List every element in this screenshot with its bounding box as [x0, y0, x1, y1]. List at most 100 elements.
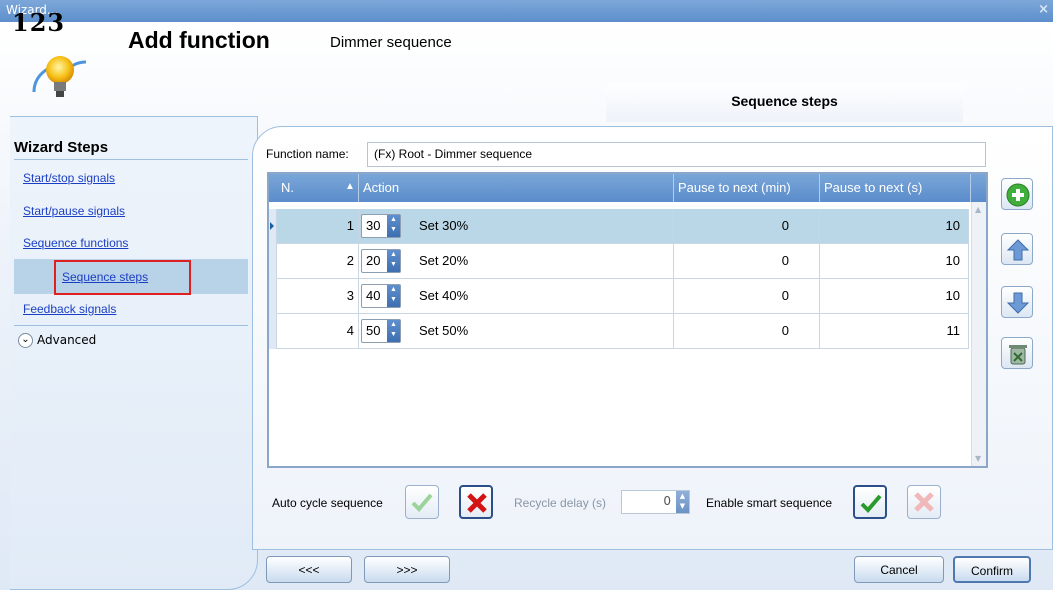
grid-header: N. ▲ Action Pause to next (min) Pause to… — [269, 174, 986, 202]
grid-scrollbar[interactable]: ▲ ▼ — [971, 202, 986, 466]
cell-pause-min[interactable]: 0 — [674, 244, 820, 279]
level-stepper[interactable]: 50 ▲ ▼ — [361, 319, 401, 343]
chevron-down-icon: ⌄ — [18, 333, 33, 348]
step-start-stop-signals[interactable]: Start/stop signals — [23, 171, 115, 185]
table-row[interactable]: 2 20 ▲ ▼ Set 20% 0 10 — [269, 244, 969, 279]
step-start-pause-signals[interactable]: Start/pause signals — [23, 204, 125, 218]
level-value: 30 — [366, 218, 381, 233]
level-stepper[interactable]: 20 ▲ ▼ — [361, 249, 401, 273]
level-value: 40 — [366, 288, 381, 303]
window-titlebar: Wizard... × — [0, 0, 1053, 22]
action-text: Set 20% — [419, 253, 469, 268]
recycle-delay-label: Recycle delay (s) — [514, 496, 607, 510]
level-value: 50 — [366, 323, 381, 338]
step-feedback-signals[interactable]: Feedback signals — [23, 302, 116, 316]
cell-action: 30 ▲ ▼ Set 30% — [359, 209, 674, 244]
level-value: 20 — [366, 253, 381, 268]
cell-action: 20 ▲ ▼ Set 20% — [359, 244, 674, 279]
sequence-grid: N. ▲ Action Pause to next (min) Pause to… — [267, 172, 988, 468]
action-text: Set 40% — [419, 288, 469, 303]
column-action[interactable]: Action — [359, 174, 674, 202]
wizard-steps-heading: Wizard Steps — [14, 139, 109, 156]
row-indicator — [269, 244, 277, 279]
move-down-icon — [1006, 292, 1030, 314]
move-up-button[interactable] — [1001, 233, 1033, 265]
x-icon — [467, 493, 487, 513]
close-icon[interactable]: × — [1038, 2, 1049, 17]
auto-cycle-enable-button[interactable] — [405, 485, 439, 519]
highlight-box — [54, 260, 191, 295]
page-title: Add function — [128, 27, 270, 53]
column-pause-s[interactable]: Pause to next (s) — [820, 174, 971, 202]
column-action-label: Action — [363, 180, 400, 195]
check-icon — [860, 494, 882, 513]
wizard-steps-panel — [10, 116, 258, 590]
auto-cycle-label: Auto cycle sequence — [272, 496, 383, 510]
cell-pause-s[interactable]: 11 — [820, 314, 969, 349]
scroll-down-icon[interactable]: ▼ — [975, 454, 981, 463]
recycle-delay-input[interactable]: 0 ▲ ▼ — [621, 490, 690, 514]
add-icon — [1006, 183, 1030, 207]
next-button[interactable]: >>> — [364, 556, 450, 583]
move-down-button[interactable] — [1001, 286, 1033, 318]
logo-numbers: 123 — [12, 8, 66, 37]
spin-arrows-icon[interactable]: ▲ ▼ — [387, 215, 400, 237]
spin-arrows-icon[interactable]: ▲ ▼ — [387, 320, 400, 342]
recycle-delay-value: 0 — [663, 494, 671, 508]
row-indicator — [269, 314, 277, 349]
cell-n: 3 — [277, 279, 359, 314]
x-icon — [914, 492, 934, 512]
scroll-up-icon[interactable]: ▲ — [975, 205, 981, 214]
cell-pause-s[interactable]: 10 — [820, 279, 969, 314]
action-text: Set 50% — [419, 323, 469, 338]
cell-n: 1 — [277, 209, 359, 244]
smart-sequence-disable-button[interactable] — [907, 485, 941, 519]
table-row[interactable]: 4 50 ▲ ▼ Set 50% 0 11 — [269, 314, 969, 349]
advanced-toggle[interactable]: ⌄ Advanced — [18, 333, 96, 348]
previous-button[interactable]: <<< — [266, 556, 352, 583]
table-row[interactable]: 1 30 ▲ ▼ Set 30% 0 10 — [269, 209, 969, 244]
smart-sequence-enable-button[interactable] — [853, 485, 887, 519]
sort-asc-icon: ▲ — [345, 181, 355, 192]
cell-pause-s[interactable]: 10 — [820, 244, 969, 279]
cell-pause-min[interactable]: 0 — [674, 314, 820, 349]
smart-sequence-label: Enable smart sequence — [706, 496, 833, 510]
column-n-label: N. — [281, 180, 294, 195]
current-row-icon — [270, 222, 274, 230]
cancel-button[interactable]: Cancel — [854, 556, 944, 583]
cell-pause-min[interactable]: 0 — [674, 279, 820, 314]
spin-arrows-icon[interactable]: ▲ ▼ — [387, 285, 400, 307]
table-row[interactable]: 3 40 ▲ ▼ Set 40% 0 10 — [269, 279, 969, 314]
tab-sequence-steps[interactable]: Sequence steps — [606, 82, 963, 122]
column-pause-min[interactable]: Pause to next (min) — [674, 174, 820, 202]
wizard-logo: 123 — [12, 8, 112, 122]
cell-n: 4 — [277, 314, 359, 349]
lightbulb-icon — [32, 56, 87, 97]
step-sequence-functions[interactable]: Sequence functions — [23, 236, 128, 250]
level-stepper[interactable]: 40 ▲ ▼ — [361, 284, 401, 308]
action-text: Set 30% — [419, 218, 469, 233]
divider — [14, 325, 248, 326]
row-indicator — [269, 209, 277, 244]
spin-arrows-icon[interactable]: ▲ ▼ — [387, 250, 400, 272]
confirm-button[interactable]: Confirm — [953, 556, 1031, 583]
level-stepper[interactable]: 30 ▲ ▼ — [361, 214, 401, 238]
page-subtitle: Dimmer sequence — [330, 34, 452, 51]
divider — [14, 159, 248, 160]
row-indicator — [269, 279, 277, 314]
cell-n: 2 — [277, 244, 359, 279]
add-step-button[interactable] — [1001, 178, 1033, 210]
check-icon — [411, 493, 433, 512]
advanced-label: Advanced — [37, 333, 97, 347]
column-n[interactable]: N. ▲ — [269, 174, 359, 202]
move-up-icon — [1006, 239, 1030, 261]
column-pause-min-label: Pause to next (min) — [678, 180, 791, 195]
auto-cycle-disable-button[interactable] — [459, 485, 493, 519]
delete-step-button[interactable] — [1001, 337, 1033, 369]
spin-arrows-icon[interactable]: ▲ ▼ — [676, 491, 689, 513]
function-name-input[interactable]: (Fx) Root - Dimmer sequence — [367, 142, 986, 167]
column-pause-s-label: Pause to next (s) — [824, 180, 923, 195]
cell-pause-s[interactable]: 10 — [820, 209, 969, 244]
delete-icon — [1009, 345, 1027, 365]
cell-pause-min[interactable]: 0 — [674, 209, 820, 244]
